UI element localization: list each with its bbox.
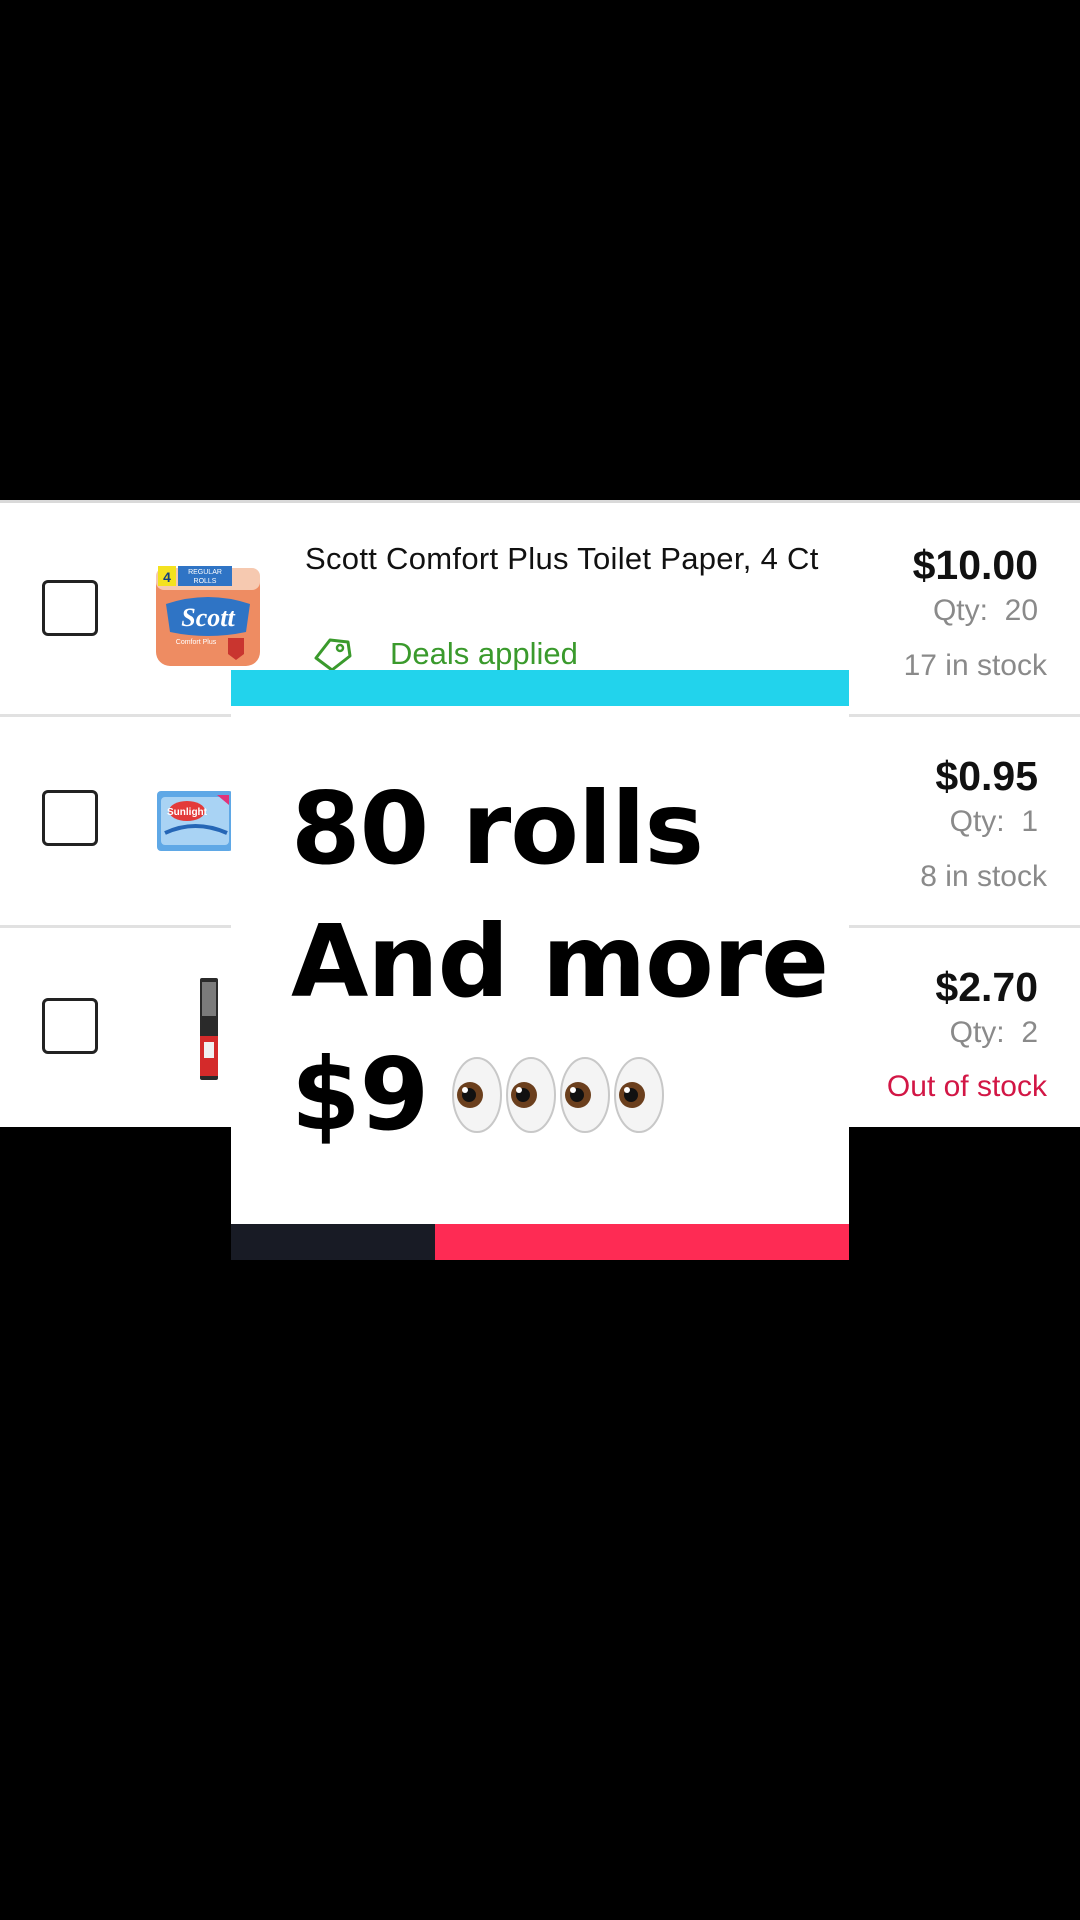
eyes-emoji [560,1056,611,1133]
caption-card: 80 rolls And more $9 [231,670,849,1260]
deals-applied[interactable]: Deals applied [310,634,578,674]
item-price: $2.70 [935,964,1038,1010]
pack-label-line1: REGULAR [188,569,222,576]
caption-bottom-accent-red [435,1224,849,1260]
caption-price: $9 [291,1036,429,1153]
eyes-emoji [506,1056,557,1133]
caption-line-3: $9 [291,1036,666,1153]
stock-status: Out of stock [886,1070,1047,1103]
caption-line-1: 80 rolls [291,770,704,887]
item-qty[interactable]: Qty: 1 [950,805,1038,839]
item-price: $0.95 [935,753,1038,799]
eyes-emoji [614,1056,665,1133]
eyes-emoji-group [450,1055,666,1135]
brand-logo: Sunlight [167,807,208,818]
caption-line-2: And more [291,903,829,1020]
brand-logo: Scott [181,603,235,632]
item-price: $10.00 [912,542,1038,588]
pack-tagline: Comfort Plus [176,639,217,646]
sunlight-product-image: Sunlight [157,789,233,853]
stock-status: 8 in stock [920,860,1047,893]
item-select-checkbox[interactable] [42,790,98,846]
toothbrush-image [196,976,222,1082]
item-select-checkbox[interactable] [42,580,98,636]
pack-count: 4 [163,569,171,585]
caption-bottom-accent-dark [231,1224,435,1260]
item-title[interactable]: Scott Comfort Plus Toilet Paper, 4 Ct [305,540,825,578]
deals-label: Deals applied [390,636,578,671]
toilet-paper-pack-image: 4 REGULAR ROLLS Scott Comfort Plus [150,560,266,672]
pack-label-line2: ROLLS [194,578,217,585]
eyes-emoji [452,1056,503,1133]
item-select-checkbox[interactable] [42,998,98,1054]
caption-top-accent [231,670,849,706]
item-qty[interactable]: Qty: 20 [933,594,1038,628]
stock-status: 17 in stock [903,649,1047,682]
tag-icon [314,638,352,672]
item-qty[interactable]: Qty: 2 [950,1016,1038,1050]
